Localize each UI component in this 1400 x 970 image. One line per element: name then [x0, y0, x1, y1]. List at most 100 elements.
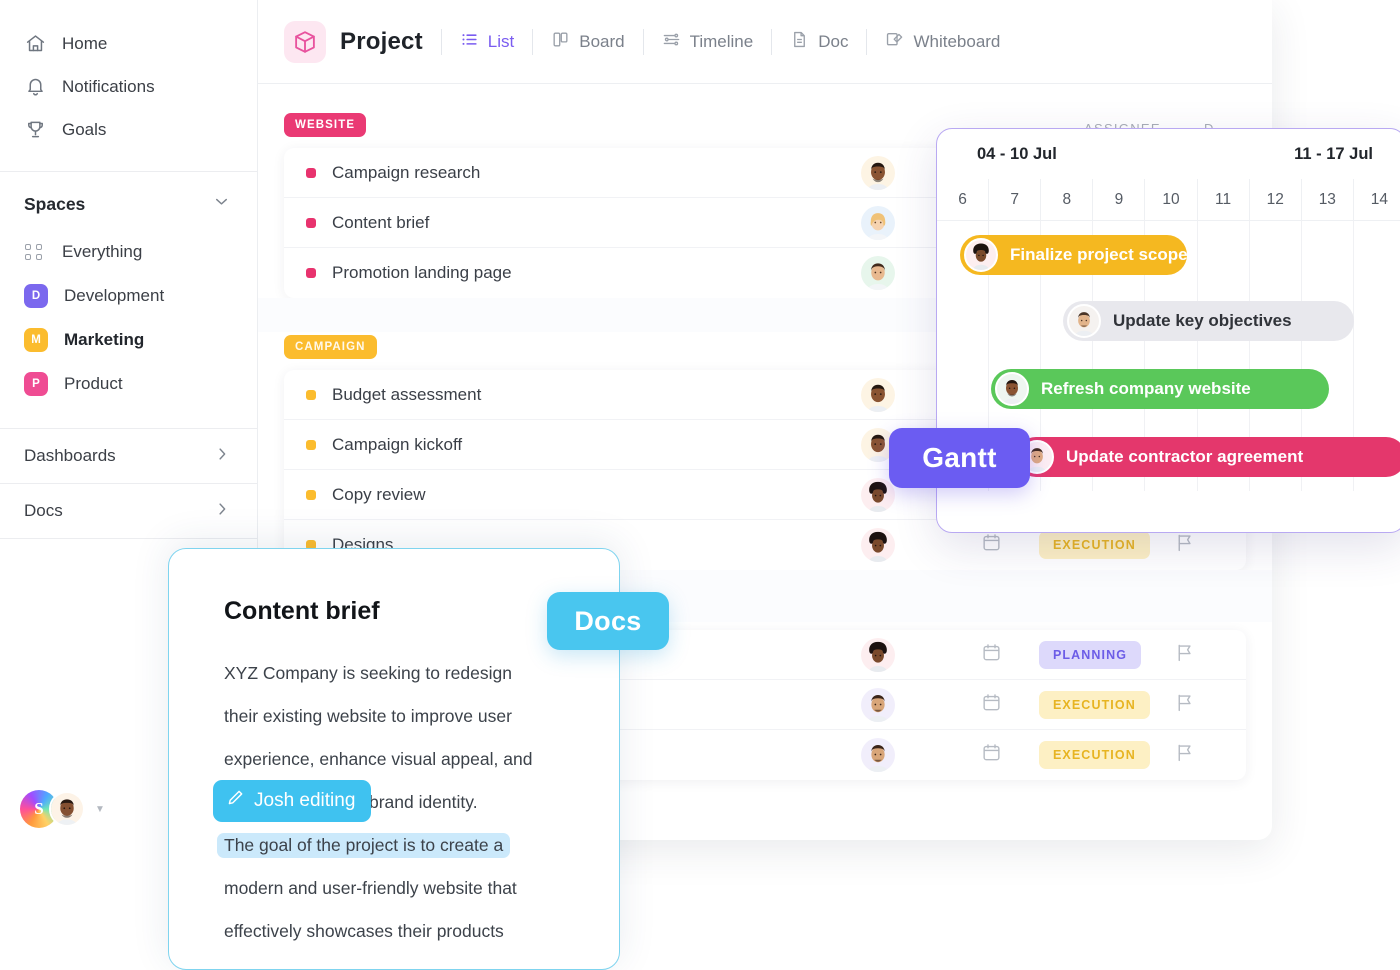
- avatar[interactable]: [861, 205, 895, 240]
- priority-flag-icon[interactable]: [1174, 642, 1195, 668]
- sidebar-item-dashboards[interactable]: Dashboards: [0, 429, 257, 483]
- gantt-day-cell: 10: [1144, 179, 1196, 220]
- sidebar-spaces-header[interactable]: Spaces: [0, 172, 257, 230]
- gantt-day-cell: 9: [1092, 179, 1144, 220]
- docs-line-text: experience, enhance visual appeal, and: [224, 748, 533, 769]
- sidebar-item-label: Development: [64, 286, 165, 305]
- group-tag[interactable]: WEBSITE: [284, 113, 367, 137]
- assignee-cell[interactable]: [858, 637, 898, 672]
- assignee-cell[interactable]: [858, 738, 898, 772]
- group-tag[interactable]: CAMPAIGN: [284, 335, 377, 359]
- sidebar-main-nav: Home Notifications Goals: [0, 0, 257, 161]
- gantt-callout-label: Gantt: [922, 442, 997, 473]
- sidebar-item-goals[interactable]: Goals: [0, 108, 257, 151]
- priority-flag-icon[interactable]: [1174, 692, 1195, 718]
- sidebar-item-marketing[interactable]: M Marketing: [0, 318, 257, 362]
- status-badge-cell[interactable]: EXECUTION: [1039, 690, 1150, 719]
- docs-paragraph-line: effectively showcases their products: [169, 910, 619, 953]
- avatar[interactable]: [861, 377, 895, 412]
- avatar[interactable]: [861, 256, 895, 290]
- sidebar-item-development[interactable]: D Development: [0, 274, 257, 318]
- docs-line-text: effectively showcases their products: [224, 920, 504, 941]
- list-icon: [460, 30, 479, 54]
- sidebar-item-label: Home: [62, 33, 108, 53]
- task-name: Content brief: [332, 212, 430, 232]
- assignee-cell[interactable]: [858, 377, 898, 412]
- tab-list[interactable]: List: [442, 21, 532, 63]
- tab-board[interactable]: Board: [533, 21, 642, 63]
- docs-paragraph-line: experience, enhance visual appeal, and: [169, 738, 619, 781]
- avatar[interactable]: [861, 687, 895, 722]
- status-badge-cell[interactable]: EXECUTION: [1039, 741, 1150, 769]
- task-name: Budget assessment: [332, 384, 482, 404]
- avatar[interactable]: [861, 477, 895, 512]
- assignee-cell[interactable]: [858, 528, 898, 562]
- status-badge[interactable]: EXECUTION: [1039, 690, 1150, 719]
- avatar-face: [51, 793, 83, 825]
- user-avatar-group[interactable]: S ▼: [20, 790, 105, 828]
- gantt-bar-label: Update key objectives: [1113, 311, 1292, 330]
- priority-flag-icon[interactable]: [1174, 742, 1195, 768]
- sidebar-item-notifications[interactable]: Notifications: [0, 65, 257, 108]
- status-badge[interactable]: EXECUTION: [1039, 741, 1150, 769]
- avatar[interactable]: [49, 791, 85, 827]
- avatar[interactable]: [861, 155, 895, 190]
- avatar[interactable]: [964, 238, 998, 272]
- avatar-face: [861, 687, 895, 722]
- priority-flag-icon[interactable]: [1174, 532, 1195, 558]
- due-date-icon[interactable]: [981, 742, 1002, 768]
- status-dot: [306, 217, 316, 228]
- docs-callout-label: Docs: [574, 605, 642, 636]
- status-badge-cell[interactable]: EXECUTION: [1039, 531, 1150, 559]
- gantt-bar-label: Finalize project scope: [1010, 245, 1188, 264]
- caret-down-icon[interactable]: ▼: [95, 804, 105, 815]
- sidebar-item-label: Marketing: [64, 330, 145, 349]
- status-badge[interactable]: EXECUTION: [1039, 531, 1150, 559]
- gantt-bar-update-key-objectives[interactable]: Update key objectives: [1063, 301, 1354, 341]
- docs-line-text: their existing website to improve user: [224, 705, 512, 726]
- task-name: Campaign research: [332, 162, 481, 182]
- status-badge-cell[interactable]: PLANNING: [1039, 640, 1142, 669]
- tab-label: Timeline: [689, 31, 754, 51]
- assignee-cell[interactable]: [858, 256, 898, 290]
- gantt-bar-update-contractor-agreement[interactable]: Update contractor agreement: [1016, 437, 1400, 477]
- due-date-icon[interactable]: [981, 692, 1002, 718]
- avatar[interactable]: [861, 637, 895, 672]
- status-dot: [306, 167, 316, 178]
- avatar[interactable]: [861, 528, 895, 562]
- gantt-bar-finalize-project-scope[interactable]: Finalize project scope: [960, 235, 1188, 275]
- tab-whiteboard[interactable]: Whiteboard: [867, 21, 1018, 63]
- due-date-icon[interactable]: [981, 532, 1002, 558]
- sidebar-spaces-list: Everything D Development M Marketing P P…: [0, 230, 257, 406]
- gantt-day-cell: 13: [1300, 179, 1353, 220]
- assignee-cell[interactable]: [858, 205, 898, 240]
- sidebar-item-everything[interactable]: Everything: [0, 230, 257, 274]
- tab-timeline[interactable]: Timeline: [644, 21, 772, 63]
- trophy-icon: [24, 119, 46, 141]
- cube-icon: [284, 20, 326, 63]
- avatar[interactable]: [995, 372, 1029, 406]
- avatar-face: [861, 205, 895, 240]
- sidebar-item-home[interactable]: Home: [0, 22, 257, 65]
- sidebar-item-product[interactable]: P Product: [0, 362, 257, 406]
- status-dot: [306, 268, 316, 278]
- tab-label: Whiteboard: [913, 31, 1001, 51]
- docs-callout-pill: Docs: [547, 592, 669, 650]
- due-date-icon[interactable]: [981, 642, 1002, 668]
- status-dot: [306, 389, 316, 400]
- task-name: Campaign kickoff: [332, 434, 463, 454]
- task-name: Copy review: [332, 484, 426, 504]
- tab-doc[interactable]: Doc: [772, 21, 866, 63]
- gantt-week-label: 04 - 10 Jul: [977, 144, 1057, 163]
- gantt-bar-refresh-company-website[interactable]: Refresh company website: [991, 369, 1329, 409]
- chevron-down-icon[interactable]: [212, 192, 231, 216]
- sidebar-item-label: Goals: [62, 119, 107, 139]
- status-badge[interactable]: PLANNING: [1039, 640, 1142, 669]
- sidebar-item-docs[interactable]: Docs: [0, 484, 257, 538]
- docs-paragraph-line: XYZ Company is seeking to redesign: [169, 652, 619, 695]
- avatar[interactable]: [1067, 304, 1101, 338]
- tab-label: Board: [579, 31, 625, 51]
- assignee-cell[interactable]: [858, 687, 898, 722]
- assignee-cell[interactable]: [858, 155, 898, 190]
- avatar[interactable]: [861, 738, 895, 772]
